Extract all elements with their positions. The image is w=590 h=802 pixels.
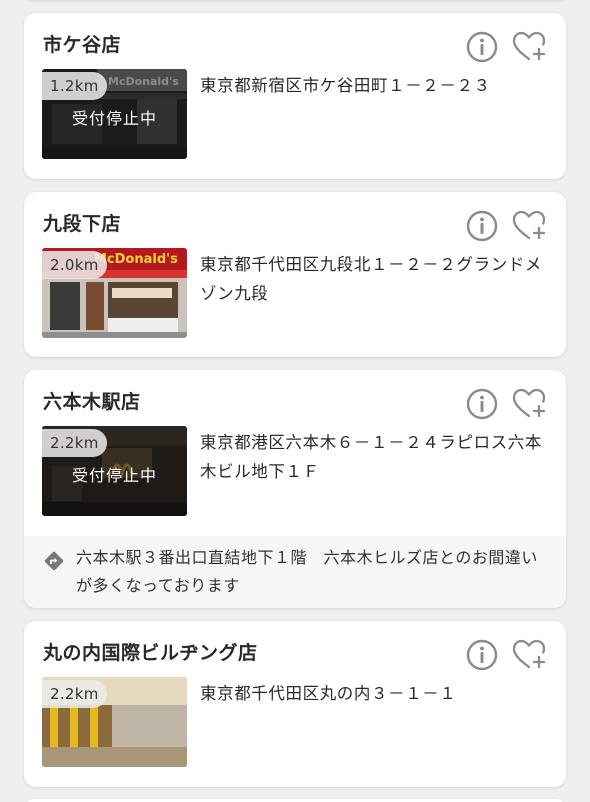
status-overlay: 受付停止中 [71, 109, 157, 128]
heart-plus-icon[interactable] [512, 387, 546, 421]
store-name: 丸の内国際ビルヂング店 [43, 642, 258, 664]
store-photo: 2.2km [42, 677, 187, 767]
store-photo: McDonald's 2.0km [42, 248, 187, 338]
status-overlay: 受付停止中 [71, 466, 157, 485]
notice-text: 六本木駅３番出口直結地下１階 六本木ヒルズ店とのお間違いが多くなっております [76, 548, 538, 595]
store-address: 東京都港区六本木６－１－２４ラピロス六本木ビル地下１Ｆ [200, 433, 542, 481]
distance-badge: 2.2km [42, 429, 107, 457]
store-name: 市ケ谷店 [43, 34, 122, 56]
info-icon[interactable] [465, 387, 499, 421]
heart-plus-icon[interactable] [512, 638, 546, 672]
distance-badge: 2.2km [42, 680, 107, 708]
store-address: 東京都新宿区市ケ谷田町１－２－２３ [200, 76, 491, 95]
info-icon[interactable] [465, 30, 499, 64]
store-card[interactable]: 六本木駅店 2.2km 受付停止中 東京都港区六本木６－１－２４ラピロス六本木ビ… [24, 370, 566, 608]
svg-text:McDonald's: McDonald's [108, 75, 179, 88]
distance-badge: 2.0km [42, 251, 107, 279]
store-notice: 六本木駅３番出口直結地下１階 六本木ヒルズ店とのお間違いが多くなっております [24, 536, 566, 608]
store-card[interactable]: 丸の内国際ビルヂング店 2.2km 東京都千代田区丸の内３－１－１ [24, 621, 566, 787]
store-list: 市ケ谷店 McDonald's 1.2km 受付停止中 東京都新宿区市ケ谷田町１… [0, 0, 590, 802]
directions-icon [44, 551, 64, 571]
store-photo: McDonald's 1.2km 受付停止中 [42, 69, 187, 159]
store-name: 九段下店 [43, 213, 122, 235]
store-photo: 2.2km 受付停止中 [42, 426, 187, 516]
info-icon[interactable] [465, 209, 499, 243]
info-icon[interactable] [465, 638, 499, 672]
store-card[interactable]: 市ケ谷店 McDonald's 1.2km 受付停止中 東京都新宿区市ケ谷田町１… [24, 13, 566, 179]
distance-badge: 1.2km [42, 72, 107, 100]
store-address: 東京都千代田区丸の内３－１－１ [200, 684, 457, 703]
store-card[interactable]: 九段下店 McDonald's 2.0km 東京都千代田区九段北１－２－２グラン… [24, 192, 566, 357]
store-address: 東京都千代田区九段北１－２－２グランドメゾン九段 [200, 255, 542, 303]
store-name: 六本木駅店 [43, 391, 141, 413]
heart-plus-icon[interactable] [512, 30, 546, 64]
heart-plus-icon[interactable] [512, 209, 546, 243]
